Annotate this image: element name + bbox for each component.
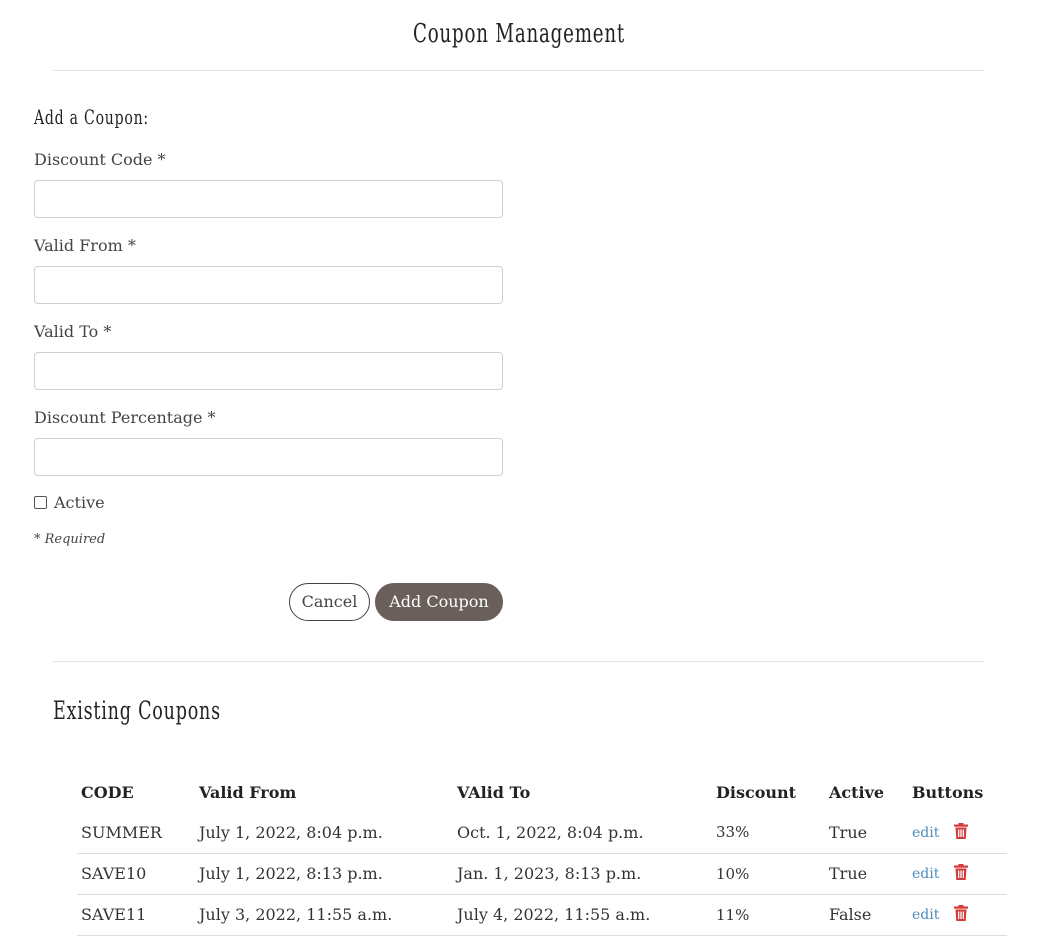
table-row: SAVE11 July 3, 2022, 11:55 a.m. July 4, …: [77, 894, 1007, 936]
section-divider: [53, 661, 984, 662]
form-heading: Add a Coupon:: [34, 105, 149, 129]
active-label: Active: [54, 493, 105, 512]
table-header-row: CODE Valid From VAlid To Discount Active…: [77, 772, 1007, 812]
existing-coupons-heading: Existing Coupons: [53, 696, 221, 725]
column-header-valid-from: Valid From: [199, 782, 297, 802]
valid-to-label: Valid To *: [34, 322, 112, 341]
coupon-valid-from: July 3, 2022, 11:55 a.m.: [195, 894, 453, 936]
row-buttons: edit: [908, 853, 1007, 895]
valid-to-input[interactable]: [34, 352, 503, 390]
valid-from-label: Valid From *: [34, 236, 136, 255]
coupon-valid-to: July 4, 2022, 11:55 a.m.: [453, 894, 712, 936]
page-title: Coupon Management: [412, 19, 625, 49]
header-divider: [53, 70, 984, 71]
add-coupon-button[interactable]: Add Coupon: [375, 583, 503, 621]
coupon-code: SAVE11: [77, 894, 195, 936]
edit-link[interactable]: edit: [912, 825, 939, 841]
trash-icon[interactable]: [954, 904, 969, 925]
column-header-code: CODE: [81, 782, 134, 802]
discount-code-label: Discount Code *: [34, 150, 166, 169]
trash-icon[interactable]: [954, 863, 969, 884]
column-header-buttons: Buttons: [912, 782, 984, 802]
coupon-discount: 10%: [712, 853, 825, 895]
coupon-active: True: [825, 853, 908, 895]
coupon-valid-to: Jan. 1, 2023, 8:13 p.m.: [453, 853, 712, 895]
coupon-active: True: [825, 812, 908, 854]
discount-percentage-input[interactable]: [34, 438, 503, 476]
table-row: SAVE10 July 1, 2022, 8:13 p.m. Jan. 1, 2…: [77, 853, 1007, 895]
edit-link[interactable]: edit: [912, 866, 939, 882]
active-row[interactable]: Active: [34, 493, 105, 512]
coupon-valid-to: Oct. 1, 2022, 8:04 p.m.: [453, 812, 712, 854]
column-header-discount: Discount: [716, 782, 797, 802]
coupon-discount: 11%: [712, 894, 825, 936]
row-buttons: edit: [908, 812, 1007, 854]
table-row: SUMMER July 1, 2022, 8:04 p.m. Oct. 1, 2…: [77, 812, 1007, 854]
active-checkbox[interactable]: [34, 496, 47, 509]
column-header-active: Active: [829, 782, 885, 802]
coupon-table: CODE Valid From VAlid To Discount Active…: [77, 772, 1007, 936]
coupon-active: False: [825, 894, 908, 936]
discount-code-input[interactable]: [34, 180, 503, 218]
coupon-valid-from: July 1, 2022, 8:04 p.m.: [195, 812, 453, 854]
cancel-button[interactable]: Cancel: [289, 583, 370, 621]
coupon-discount: 33%: [712, 812, 825, 854]
discount-percentage-label: Discount Percentage *: [34, 408, 216, 427]
required-note: * Required: [34, 532, 106, 547]
valid-from-input[interactable]: [34, 266, 503, 304]
row-buttons: edit: [908, 894, 1007, 936]
trash-icon[interactable]: [954, 822, 969, 843]
edit-link[interactable]: edit: [912, 907, 939, 923]
coupon-code: SUMMER: [77, 812, 195, 854]
coupon-valid-from: July 1, 2022, 8:13 p.m.: [195, 853, 453, 895]
column-header-valid-to: VAlid To: [457, 782, 531, 802]
coupon-code: SAVE10: [77, 853, 195, 895]
